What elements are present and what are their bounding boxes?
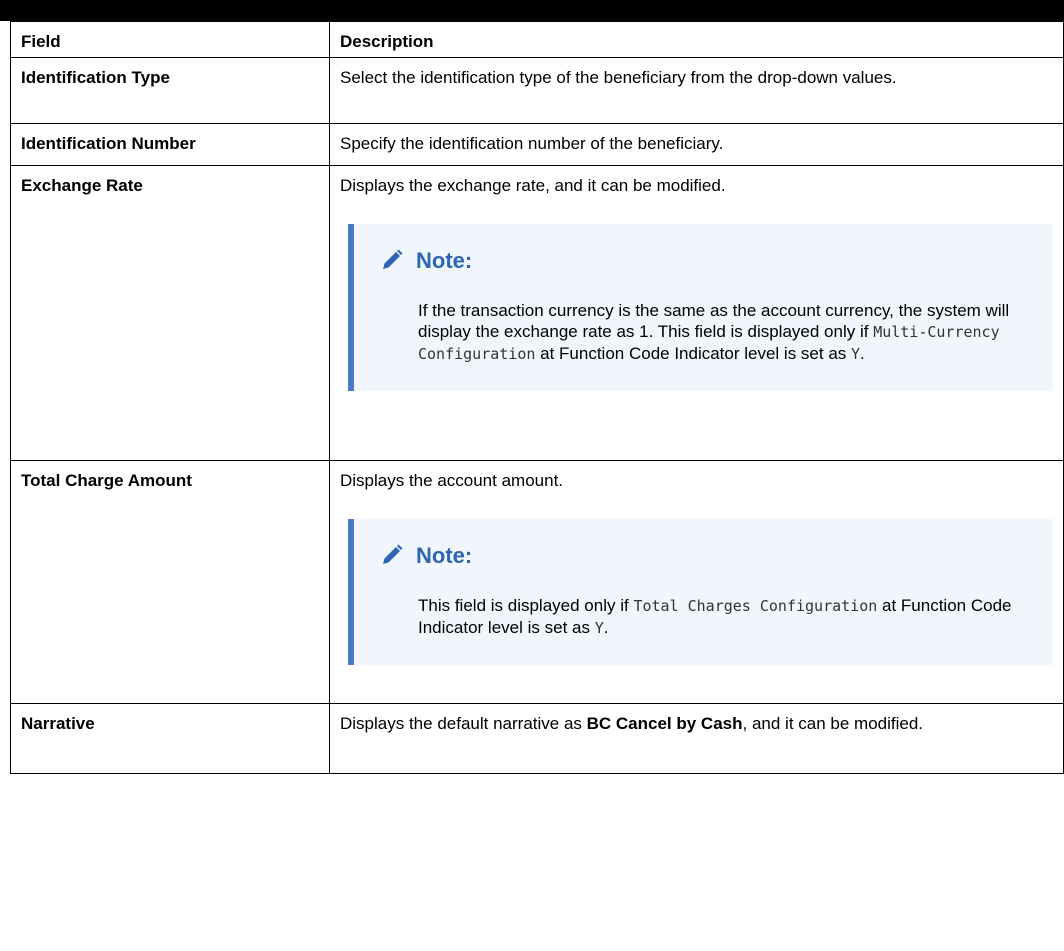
table-row: Narrative Displays the default narrative… xyxy=(10,703,1064,774)
field-name: Identification Number xyxy=(10,123,330,166)
narrative-default: BC Cancel by Cash xyxy=(586,714,743,733)
narrative-suffix: , and it can be modified. xyxy=(742,714,924,733)
table-row: Exchange Rate Displays the exchange rate… xyxy=(10,165,1064,461)
field-description-cell: Displays the exchange rate, and it can b… xyxy=(329,165,1064,461)
note-header: Note: xyxy=(380,543,1033,567)
field-description: Specify the identification number of the… xyxy=(329,123,1064,166)
field-description-cell: Displays the account amount. Note: This … xyxy=(329,460,1064,704)
note-box: Note: If the transaction currency is the… xyxy=(348,224,1053,391)
note-suffix: . xyxy=(603,618,609,637)
pencil-icon xyxy=(380,248,404,272)
note-middle: at Function Code Indicator level is set … xyxy=(535,344,852,363)
config-value: Y xyxy=(851,345,861,363)
config-name: Total Charges Configuration xyxy=(633,597,878,615)
note-prefix: This field is displayed only if xyxy=(418,596,634,615)
note-title: Note: xyxy=(416,247,473,273)
note-text: If the transaction currency is the same … xyxy=(380,300,1033,365)
field-description-table: Field Description Identification Type Se… xyxy=(10,21,1064,774)
field-name: Identification Type xyxy=(10,57,330,124)
pencil-icon xyxy=(380,543,404,567)
note-text: This field is displayed only if Total Ch… xyxy=(380,595,1033,639)
top-bar xyxy=(0,0,1064,21)
field-description: Displays the default narrative as BC Can… xyxy=(329,703,1064,774)
field-description: Displays the exchange rate, and it can b… xyxy=(340,176,726,195)
note-title: Note: xyxy=(416,542,473,568)
field-name: Narrative xyxy=(10,703,330,774)
header-field: Field xyxy=(10,21,330,58)
field-name: Total Charge Amount xyxy=(10,460,330,704)
note-box: Note: This field is displayed only if To… xyxy=(348,519,1053,665)
field-name: Exchange Rate xyxy=(10,165,330,461)
table-row: Identification Type Select the identific… xyxy=(10,57,1064,124)
table-row: Total Charge Amount Displays the account… xyxy=(10,460,1064,704)
field-description: Select the identification type of the be… xyxy=(329,57,1064,124)
config-value: Y xyxy=(594,619,604,637)
note-suffix: . xyxy=(860,344,865,363)
note-header: Note: xyxy=(380,248,1033,272)
field-description: Displays the account amount. xyxy=(340,471,564,490)
narrative-prefix: Displays the default narrative as xyxy=(340,714,587,733)
table-header-row: Field Description xyxy=(10,21,1064,58)
header-description: Description xyxy=(329,21,1064,58)
note-prefix: This field is displayed only if xyxy=(657,322,874,341)
table-row: Identification Number Specify the identi… xyxy=(10,123,1064,166)
